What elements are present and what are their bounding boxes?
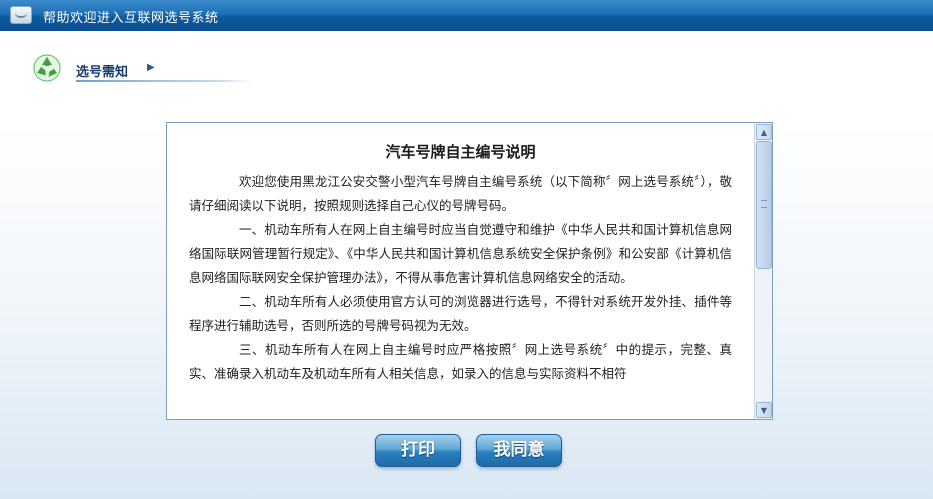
print-button[interactable]: 打印 bbox=[375, 434, 461, 467]
notice-heading: 汽车号牌自主编号说明 bbox=[385, 143, 536, 161]
section-title: 选号需知 bbox=[76, 65, 129, 80]
agree-button[interactable]: 我同意 bbox=[476, 434, 562, 467]
arrow-right-icon: ▶ bbox=[147, 62, 155, 73]
vertical-scrollbar[interactable]: ▲ ▼ bbox=[754, 123, 772, 419]
notice-paragraph: 二、机动车所有人必须使用官方认可的浏览器进行选号，不得针对系统开发外挂、插件等程… bbox=[189, 294, 732, 333]
window-titlebar: 帮助欢迎进入互联网选号系统 bbox=[0, 0, 933, 31]
notice-paragraph: 欢迎您使用黑龙江公安交警小型汽车号牌自主编号系统（以下简称〞网上选号系统〞），敬… bbox=[189, 174, 732, 213]
section-header: 选号需知 ▶ bbox=[32, 53, 262, 85]
section-underline bbox=[76, 80, 254, 82]
recycle-icon bbox=[33, 54, 61, 82]
scroll-down-icon[interactable]: ▼ bbox=[756, 402, 772, 418]
window-title: 帮助欢迎进入互联网选号系统 bbox=[43, 11, 219, 26]
scroll-up-icon[interactable]: ▲ bbox=[756, 124, 772, 140]
scroll-thumb[interactable] bbox=[756, 141, 772, 269]
window-icon bbox=[10, 6, 32, 24]
notice-document: 汽车号牌自主编号说明 欢迎您使用黑龙江公安交警小型汽车号牌自主编号系统（以下简称… bbox=[166, 122, 773, 420]
notice-paragraph: 一、机动车所有人在网上自主编号时应当自觉遵守和维护《中华人民共和国计算机信息网络… bbox=[189, 222, 732, 285]
notice-scroll-area[interactable]: 汽车号牌自主编号说明 欢迎您使用黑龙江公安交警小型汽车号牌自主编号系统（以下简称… bbox=[167, 123, 754, 419]
notice-paragraph: 三、机动车所有人在网上自主编号时应严格按照〞网上选号系统〞中的提示，完整、真实、… bbox=[189, 342, 732, 381]
